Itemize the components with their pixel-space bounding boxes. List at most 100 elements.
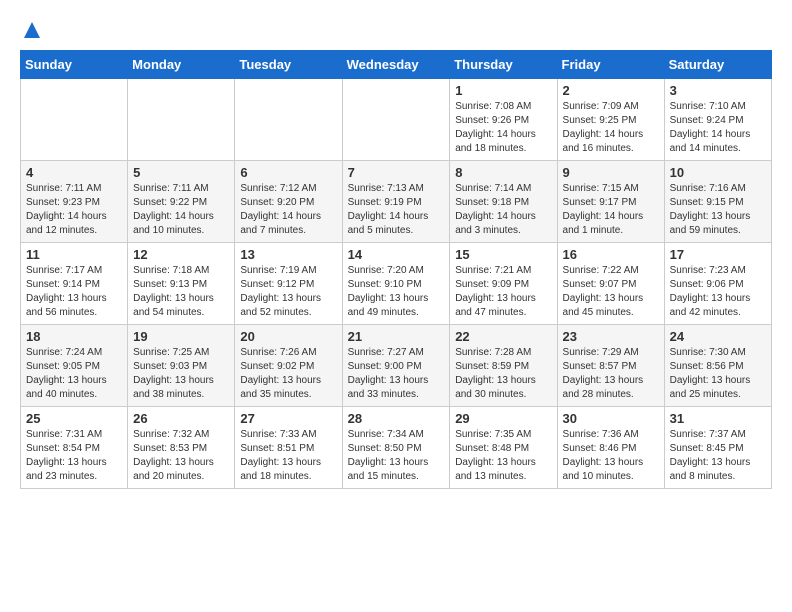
day-number: 6	[240, 165, 336, 180]
day-number: 16	[563, 247, 659, 262]
calendar-cell: 29 Sunrise: 7:35 AM Sunset: 8:48 PM Dayli…	[450, 407, 557, 489]
calendar-cell: 9 Sunrise: 7:15 AM Sunset: 9:17 PM Daylig…	[557, 161, 664, 243]
weekday-header: Wednesday	[342, 51, 450, 79]
calendar-cell	[235, 79, 342, 161]
day-info: Sunrise: 7:37 AM Sunset: 8:45 PM Dayligh…	[670, 428, 766, 484]
day-info: Sunrise: 7:13 AM Sunset: 9:19 PM Dayligh…	[348, 182, 445, 238]
day-number: 27	[240, 411, 336, 426]
calendar-week-row: 4 Sunrise: 7:11 AM Sunset: 9:23 PM Daylig…	[21, 161, 772, 243]
day-info: Sunrise: 7:12 AM Sunset: 9:20 PM Dayligh…	[240, 182, 336, 238]
calendar-cell: 23Sunrise: 7:29 AM Sunset: 8:57 PM Dayli…	[557, 325, 664, 407]
day-number: 15	[455, 247, 551, 262]
weekday-header: Thursday	[450, 51, 557, 79]
day-info: Sunrise: 7:09 AM Sunset: 9:25 PM Dayligh…	[563, 100, 659, 156]
day-number: 17	[670, 247, 766, 262]
day-info: Sunrise: 7:31 AM Sunset: 8:54 PM Dayligh…	[26, 428, 122, 484]
page-header	[20, 20, 772, 40]
weekday-header: Friday	[557, 51, 664, 79]
day-number: 4	[26, 165, 122, 180]
calendar-cell: 19Sunrise: 7:25 AM Sunset: 9:03 PM Dayli…	[128, 325, 235, 407]
day-info: Sunrise: 7:33 AM Sunset: 8:51 PM Dayligh…	[240, 428, 336, 484]
calendar-cell: 6 Sunrise: 7:12 AM Sunset: 9:20 PM Daylig…	[235, 161, 342, 243]
calendar-cell: 28 Sunrise: 7:34 AM Sunset: 8:50 PM Dayli…	[342, 407, 450, 489]
calendar-cell: 30 Sunrise: 7:36 AM Sunset: 8:46 PM Dayli…	[557, 407, 664, 489]
day-info: Sunrise: 7:11 AM Sunset: 9:22 PM Dayligh…	[133, 182, 229, 238]
day-info: Sunrise: 7:36 AM Sunset: 8:46 PM Dayligh…	[563, 428, 659, 484]
day-info: Sunrise: 7:18 AM Sunset: 9:13 PM Dayligh…	[133, 264, 229, 320]
calendar-table: SundayMondayTuesdayWednesdayThursdayFrid…	[20, 50, 772, 489]
calendar-cell: 26 Sunrise: 7:32 AM Sunset: 8:53 PM Dayli…	[128, 407, 235, 489]
calendar-cell: 17 Sunrise: 7:23 AM Sunset: 9:06 PM Dayli…	[664, 243, 771, 325]
calendar-cell: 1Sunrise: 7:08 AM Sunset: 9:26 PM Daylig…	[450, 79, 557, 161]
day-info: Sunrise: 7:23 AM Sunset: 9:06 PM Dayligh…	[670, 264, 766, 320]
day-info: Sunrise: 7:28 AM Sunset: 8:59 PM Dayligh…	[455, 346, 551, 402]
calendar-cell: 12 Sunrise: 7:18 AM Sunset: 9:13 PM Dayli…	[128, 243, 235, 325]
day-info: Sunrise: 7:10 AM Sunset: 9:24 PM Dayligh…	[670, 100, 766, 156]
day-info: Sunrise: 7:24 AM Sunset: 9:05 PM Dayligh…	[26, 346, 122, 402]
calendar-cell	[128, 79, 235, 161]
day-info: Sunrise: 7:25 AM Sunset: 9:03 PM Dayligh…	[133, 346, 229, 402]
logo-icon	[22, 20, 42, 40]
day-info: Sunrise: 7:35 AM Sunset: 8:48 PM Dayligh…	[455, 428, 551, 484]
logo	[20, 20, 42, 40]
day-info: Sunrise: 7:30 AM Sunset: 8:56 PM Dayligh…	[670, 346, 766, 402]
calendar-cell: 4 Sunrise: 7:11 AM Sunset: 9:23 PM Daylig…	[21, 161, 128, 243]
day-number: 30	[563, 411, 659, 426]
calendar-cell: 8Sunrise: 7:14 AM Sunset: 9:18 PM Daylig…	[450, 161, 557, 243]
calendar-cell: 14Sunrise: 7:20 AM Sunset: 9:10 PM Dayli…	[342, 243, 450, 325]
day-info: Sunrise: 7:21 AM Sunset: 9:09 PM Dayligh…	[455, 264, 551, 320]
day-number: 26	[133, 411, 229, 426]
weekday-header: Tuesday	[235, 51, 342, 79]
weekday-header: Sunday	[21, 51, 128, 79]
calendar-week-row: 25Sunrise: 7:31 AM Sunset: 8:54 PM Dayli…	[21, 407, 772, 489]
calendar-cell: 25Sunrise: 7:31 AM Sunset: 8:54 PM Dayli…	[21, 407, 128, 489]
day-number: 20	[240, 329, 336, 344]
day-info: Sunrise: 7:15 AM Sunset: 9:17 PM Dayligh…	[563, 182, 659, 238]
day-number: 12	[133, 247, 229, 262]
calendar-cell: 24 Sunrise: 7:30 AM Sunset: 8:56 PM Dayli…	[664, 325, 771, 407]
weekday-header: Saturday	[664, 51, 771, 79]
day-number: 21	[348, 329, 445, 344]
calendar-cell: 11Sunrise: 7:17 AM Sunset: 9:14 PM Dayli…	[21, 243, 128, 325]
day-number: 14	[348, 247, 445, 262]
day-number: 13	[240, 247, 336, 262]
calendar-cell	[342, 79, 450, 161]
day-number: 2	[563, 83, 659, 98]
day-number: 9	[563, 165, 659, 180]
calendar-week-row: 18 Sunrise: 7:24 AM Sunset: 9:05 PM Dayli…	[21, 325, 772, 407]
calendar-cell: 3 Sunrise: 7:10 AM Sunset: 9:24 PM Daylig…	[664, 79, 771, 161]
calendar-week-row: 11Sunrise: 7:17 AM Sunset: 9:14 PM Dayli…	[21, 243, 772, 325]
calendar-cell: 5Sunrise: 7:11 AM Sunset: 9:22 PM Daylig…	[128, 161, 235, 243]
day-number: 3	[670, 83, 766, 98]
day-info: Sunrise: 7:19 AM Sunset: 9:12 PM Dayligh…	[240, 264, 336, 320]
calendar-cell: 13 Sunrise: 7:19 AM Sunset: 9:12 PM Dayli…	[235, 243, 342, 325]
day-number: 18	[26, 329, 122, 344]
calendar-cell: 15 Sunrise: 7:21 AM Sunset: 9:09 PM Dayli…	[450, 243, 557, 325]
day-info: Sunrise: 7:27 AM Sunset: 9:00 PM Dayligh…	[348, 346, 445, 402]
day-info: Sunrise: 7:11 AM Sunset: 9:23 PM Dayligh…	[26, 182, 122, 238]
day-number: 28	[348, 411, 445, 426]
calendar-cell: 7Sunrise: 7:13 AM Sunset: 9:19 PM Daylig…	[342, 161, 450, 243]
day-number: 1	[455, 83, 551, 98]
calendar-cell: 27 Sunrise: 7:33 AM Sunset: 8:51 PM Dayli…	[235, 407, 342, 489]
day-info: Sunrise: 7:32 AM Sunset: 8:53 PM Dayligh…	[133, 428, 229, 484]
day-number: 29	[455, 411, 551, 426]
calendar-cell: 10Sunrise: 7:16 AM Sunset: 9:15 PM Dayli…	[664, 161, 771, 243]
day-number: 24	[670, 329, 766, 344]
day-info: Sunrise: 7:34 AM Sunset: 8:50 PM Dayligh…	[348, 428, 445, 484]
day-info: Sunrise: 7:17 AM Sunset: 9:14 PM Dayligh…	[26, 264, 122, 320]
calendar-cell: 22 Sunrise: 7:28 AM Sunset: 8:59 PM Dayli…	[450, 325, 557, 407]
day-info: Sunrise: 7:16 AM Sunset: 9:15 PM Dayligh…	[670, 182, 766, 238]
day-number: 31	[670, 411, 766, 426]
day-number: 22	[455, 329, 551, 344]
day-number: 23	[563, 329, 659, 344]
calendar-cell: 2 Sunrise: 7:09 AM Sunset: 9:25 PM Daylig…	[557, 79, 664, 161]
calendar-cell	[21, 79, 128, 161]
calendar-cell: 31 Sunrise: 7:37 AM Sunset: 8:45 PM Dayli…	[664, 407, 771, 489]
day-number: 8	[455, 165, 551, 180]
weekday-header-row: SundayMondayTuesdayWednesdayThursdayFrid…	[21, 51, 772, 79]
calendar-cell: 20 Sunrise: 7:26 AM Sunset: 9:02 PM Dayli…	[235, 325, 342, 407]
calendar-cell: 16Sunrise: 7:22 AM Sunset: 9:07 PM Dayli…	[557, 243, 664, 325]
calendar-cell: 21 Sunrise: 7:27 AM Sunset: 9:00 PM Dayli…	[342, 325, 450, 407]
day-info: Sunrise: 7:26 AM Sunset: 9:02 PM Dayligh…	[240, 346, 336, 402]
